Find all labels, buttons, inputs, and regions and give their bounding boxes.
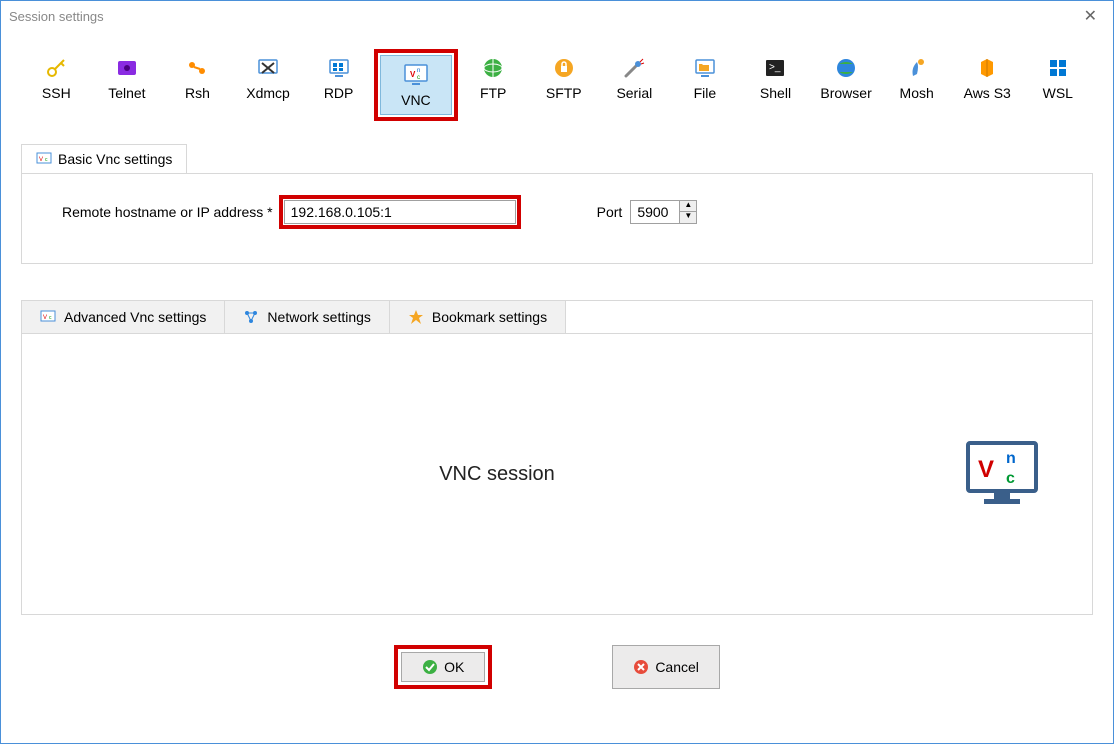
protocol-label: SSH bbox=[42, 85, 71, 101]
shell-icon: >_ bbox=[762, 55, 788, 81]
ok-button[interactable]: OK bbox=[401, 652, 485, 682]
network-icon bbox=[243, 309, 259, 325]
protocol-label: WSL bbox=[1043, 85, 1073, 101]
protocol-serial[interactable]: Serial bbox=[599, 49, 670, 121]
protocol-vnc[interactable]: Vnc VNC bbox=[380, 55, 452, 115]
protocol-label: Serial bbox=[616, 85, 652, 101]
session-title: VNC session bbox=[439, 463, 555, 486]
svg-text:n: n bbox=[417, 68, 420, 74]
tab-label: Bookmark settings bbox=[432, 309, 547, 325]
rsh-icon bbox=[184, 55, 210, 81]
window-title: Session settings bbox=[9, 9, 104, 24]
titlebar: Session settings ✕ bbox=[1, 1, 1113, 31]
protocol-label: Rsh bbox=[185, 85, 210, 101]
protocol-ftp[interactable]: FTP bbox=[458, 49, 529, 121]
svg-text:V: V bbox=[410, 70, 416, 79]
svg-text:V: V bbox=[39, 157, 43, 163]
svg-text:c: c bbox=[1006, 470, 1015, 487]
cancel-label: Cancel bbox=[655, 659, 699, 675]
key-icon bbox=[43, 55, 69, 81]
protocol-label: Mosh bbox=[900, 85, 934, 101]
vnc-highlight: Vnc VNC bbox=[374, 49, 458, 121]
protocol-toolbar: SSH Telnet Rsh Xdmcp RDP Vnc VNC bbox=[1, 31, 1113, 131]
protocol-label: VNC bbox=[401, 92, 431, 108]
svg-text:n: n bbox=[1006, 450, 1016, 467]
svg-text:V: V bbox=[43, 315, 47, 321]
port-spin-down[interactable]: ▼ bbox=[680, 212, 696, 223]
sftp-icon bbox=[551, 55, 577, 81]
protocol-wsl[interactable]: WSL bbox=[1023, 49, 1094, 121]
ok-highlight: OK bbox=[394, 645, 492, 689]
ftp-icon bbox=[480, 55, 506, 81]
rdp-icon bbox=[326, 55, 352, 81]
tab-basic-vnc[interactable]: Vc Basic Vnc settings bbox=[21, 144, 187, 173]
tab-label: Advanced Vnc settings bbox=[64, 309, 206, 325]
protocol-label: RDP bbox=[324, 85, 354, 101]
port-label: Port bbox=[597, 204, 623, 220]
tab-network-settings[interactable]: Network settings bbox=[225, 301, 389, 333]
protocol-aws-s3[interactable]: Aws S3 bbox=[952, 49, 1023, 121]
serial-icon bbox=[621, 55, 647, 81]
protocol-label: Shell bbox=[760, 85, 791, 101]
protocol-label: Aws S3 bbox=[964, 85, 1011, 101]
svg-text:>_: >_ bbox=[769, 62, 781, 73]
port-spinner: ▲ ▼ bbox=[680, 200, 697, 224]
protocol-telnet[interactable]: Telnet bbox=[92, 49, 163, 121]
svg-text:V: V bbox=[978, 456, 994, 483]
advanced-pane: Vc Advanced Vnc settings Network setting… bbox=[21, 300, 1093, 615]
protocol-label: Telnet bbox=[108, 85, 145, 101]
vnc-small-icon: Vc bbox=[40, 310, 56, 324]
protocol-label: File bbox=[694, 85, 717, 101]
port-input[interactable] bbox=[630, 200, 680, 224]
wsl-icon bbox=[1045, 55, 1071, 81]
protocol-mosh[interactable]: Mosh bbox=[881, 49, 952, 121]
browser-icon bbox=[833, 55, 859, 81]
mosh-icon bbox=[904, 55, 930, 81]
protocol-shell[interactable]: >_ Shell bbox=[740, 49, 811, 121]
protocol-sftp[interactable]: SFTP bbox=[528, 49, 599, 121]
host-input[interactable] bbox=[284, 200, 516, 224]
protocol-label: FTP bbox=[480, 85, 506, 101]
tab-label: Basic Vnc settings bbox=[58, 151, 172, 167]
tab-label: Network settings bbox=[267, 309, 370, 325]
check-icon bbox=[422, 659, 438, 675]
aws-s3-icon bbox=[974, 55, 1000, 81]
host-highlight bbox=[279, 195, 521, 229]
xdmcp-icon bbox=[255, 55, 281, 81]
host-label: Remote hostname or IP address * bbox=[62, 204, 273, 220]
protocol-browser[interactable]: Browser bbox=[811, 49, 882, 121]
vnc-icon: Vnc bbox=[403, 62, 429, 88]
ok-label: OK bbox=[444, 659, 464, 675]
cancel-icon bbox=[633, 659, 649, 675]
vnc-large-icon: V n c bbox=[962, 439, 1042, 509]
svg-text:c: c bbox=[417, 75, 420, 81]
telnet-icon bbox=[114, 55, 140, 81]
button-row: OK Cancel bbox=[1, 615, 1113, 705]
tab-bookmark-settings[interactable]: Bookmark settings bbox=[390, 301, 566, 333]
basic-settings-pane: Vc Basic Vnc settings Remote hostname or… bbox=[21, 173, 1093, 264]
star-icon bbox=[408, 309, 424, 325]
protocol-file[interactable]: File bbox=[670, 49, 741, 121]
protocol-rsh[interactable]: Rsh bbox=[162, 49, 233, 121]
cancel-button[interactable]: Cancel bbox=[612, 645, 720, 689]
protocol-label: SFTP bbox=[546, 85, 582, 101]
close-icon[interactable]: ✕ bbox=[1076, 2, 1105, 30]
protocol-label: Browser bbox=[820, 85, 871, 101]
protocol-label: Xdmcp bbox=[246, 85, 290, 101]
vnc-small-icon: Vc bbox=[36, 152, 52, 166]
protocol-rdp[interactable]: RDP bbox=[303, 49, 374, 121]
file-icon bbox=[692, 55, 718, 81]
protocol-ssh[interactable]: SSH bbox=[21, 49, 92, 121]
tab-advanced-vnc[interactable]: Vc Advanced Vnc settings bbox=[22, 301, 225, 333]
protocol-xdmcp[interactable]: Xdmcp bbox=[233, 49, 304, 121]
